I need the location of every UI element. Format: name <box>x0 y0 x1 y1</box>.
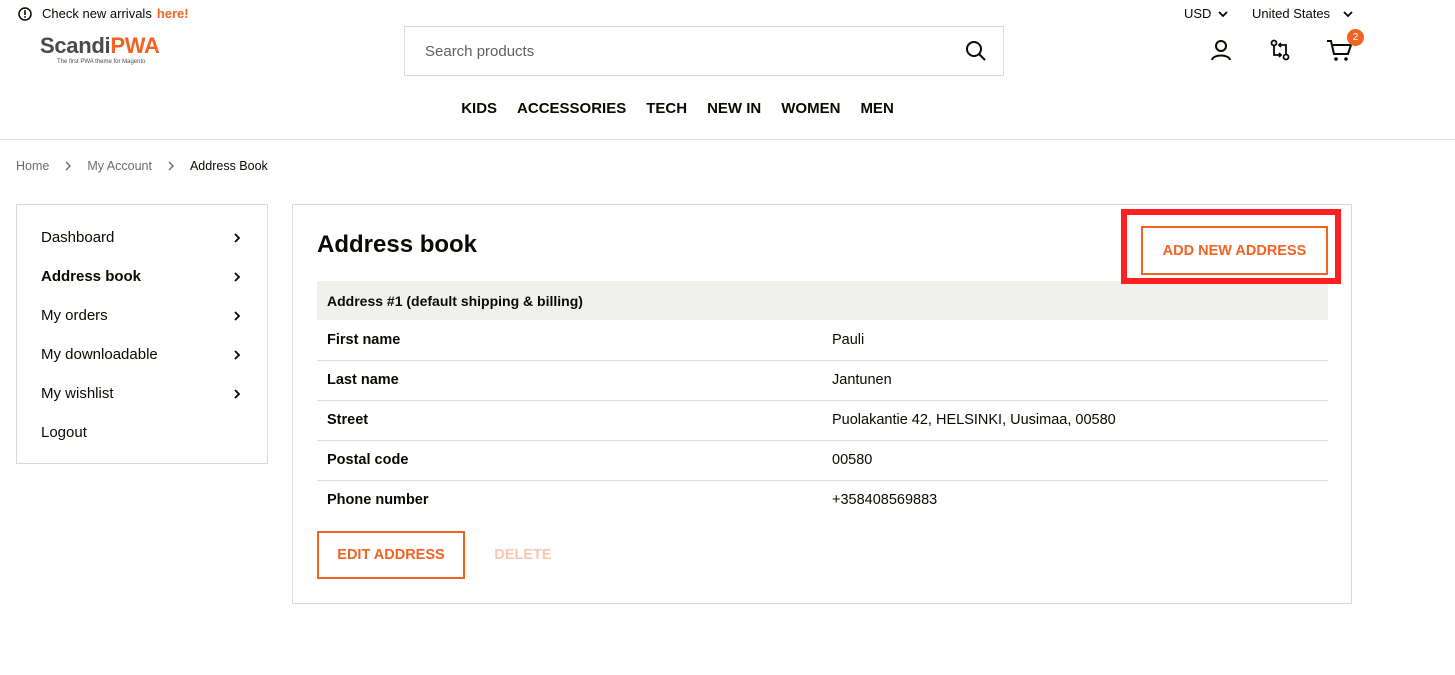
logo-tagline: The first PWA theme for Magento <box>57 59 146 65</box>
notice-link[interactable]: here! <box>157 6 189 21</box>
search-icon[interactable] <box>965 40 987 62</box>
search-box <box>404 26 1004 76</box>
chevron-right-icon <box>234 388 241 399</box>
address-header-row: Address #1 (default shipping & billing) <box>317 281 1328 320</box>
address-book-panel: Address book ADD NEW ADDRESS Address #1 … <box>292 204 1352 604</box>
row-value: 00580 <box>822 440 1328 481</box>
address-table: Address #1 (default shipping & billing) … <box>317 281 1328 520</box>
sidebar-item-label: Address book <box>41 268 142 285</box>
sidebar-item-my-orders[interactable]: My orders <box>17 296 267 335</box>
breadcrumb-my-account[interactable]: My Account <box>87 159 152 173</box>
row-value: +358408569883 <box>832 492 938 509</box>
row-value: Jantunen <box>822 360 1328 401</box>
cart-count-badge: 2 <box>1347 29 1364 46</box>
row-key: Postal code <box>317 440 822 481</box>
edit-address-button[interactable]: EDIT ADDRESS <box>317 531 465 579</box>
chevron-down-icon <box>1218 10 1229 17</box>
account-sidebar: Dashboard Address book My orders My down… <box>16 204 268 464</box>
sidebar-item-my-wishlist[interactable]: My wishlist <box>17 374 267 413</box>
sidebar-item-my-downloadable[interactable]: My downloadable <box>17 335 267 374</box>
row-value: Pauli <box>822 320 1328 361</box>
notice-bar: Check new arrivals here! <box>18 6 189 21</box>
breadcrumb-home[interactable]: Home <box>16 159 49 173</box>
row-key: First name <box>317 320 822 361</box>
sidebar-item-label: My downloadable <box>41 346 158 363</box>
info-icon <box>18 6 32 21</box>
chevron-right-icon <box>65 161 72 171</box>
sidebar-item-label: My orders <box>41 307 108 324</box>
chevron-right-icon <box>234 232 241 243</box>
sidebar-item-label: My wishlist <box>41 385 114 402</box>
sidebar-item-logout[interactable]: Logout <box>17 413 267 452</box>
compare-icon[interactable] <box>1268 38 1292 62</box>
logo[interactable]: ScandiPWA The first PWA theme for Magent… <box>40 34 176 70</box>
chevron-right-icon <box>234 310 241 321</box>
logo-brand-main: Scandi <box>40 33 111 58</box>
row-value: Puolakantie 42, HELSINKI, Uusimaa, 00580 <box>822 400 1328 441</box>
table-row: Postal code 00580 <box>317 440 1328 481</box>
table-row: Last name Jantunen <box>317 360 1328 401</box>
table-row: Phone number +358408569883 <box>317 480 1328 520</box>
account-icon[interactable] <box>1209 38 1233 62</box>
country-value: United States <box>1252 6 1331 21</box>
page-title: Address book <box>317 231 478 258</box>
breadcrumb: Home My Account Address Book <box>16 159 268 173</box>
chevron-right-icon <box>234 271 241 282</box>
chevron-right-icon <box>234 349 241 360</box>
menu-item-accessories[interactable]: ACCESSORIES <box>517 100 626 117</box>
menu-item-kids[interactable]: KIDS <box>461 100 497 117</box>
row-key: Last name <box>317 360 822 401</box>
address-header: Address #1 (default shipping & billing) <box>317 281 1328 320</box>
add-new-address-button[interactable]: ADD NEW ADDRESS <box>1141 226 1328 275</box>
row-key: Phone number <box>327 492 429 509</box>
table-row: First name Pauli <box>317 320 1328 361</box>
row-key: Street <box>317 400 822 441</box>
table-row: Street Puolakantie 42, HELSINKI, Uusimaa… <box>317 400 1328 441</box>
delete-address-button[interactable]: DELETE <box>483 531 563 579</box>
sidebar-item-address-book[interactable]: Address book <box>17 257 267 296</box>
sidebar-item-dashboard[interactable]: Dashboard <box>17 218 267 257</box>
main-menu: KIDS ACCESSORIES TECH NEW IN WOMEN MEN <box>0 100 1455 117</box>
menu-item-women[interactable]: WOMEN <box>781 100 840 117</box>
breadcrumb-address-book: Address Book <box>189 159 268 173</box>
notice-text: Check new arrivals <box>42 6 152 21</box>
currency-value: USD <box>1184 6 1212 21</box>
country-selector[interactable]: United States <box>1252 6 1354 21</box>
sidebar-item-label: Logout <box>41 424 87 441</box>
menu-item-tech[interactable]: TECH <box>646 100 687 117</box>
logo-brand-accent: PWA <box>110 33 160 58</box>
menu-item-men[interactable]: MEN <box>860 100 893 117</box>
sidebar-item-label: Dashboard <box>41 229 115 246</box>
header-divider <box>0 139 1455 140</box>
chevron-down-icon <box>1343 10 1353 17</box>
chevron-right-icon <box>168 161 174 171</box>
menu-item-new-in[interactable]: NEW IN <box>707 100 761 117</box>
currency-selector[interactable]: USD <box>1184 6 1229 21</box>
search-input[interactable] <box>405 27 965 75</box>
